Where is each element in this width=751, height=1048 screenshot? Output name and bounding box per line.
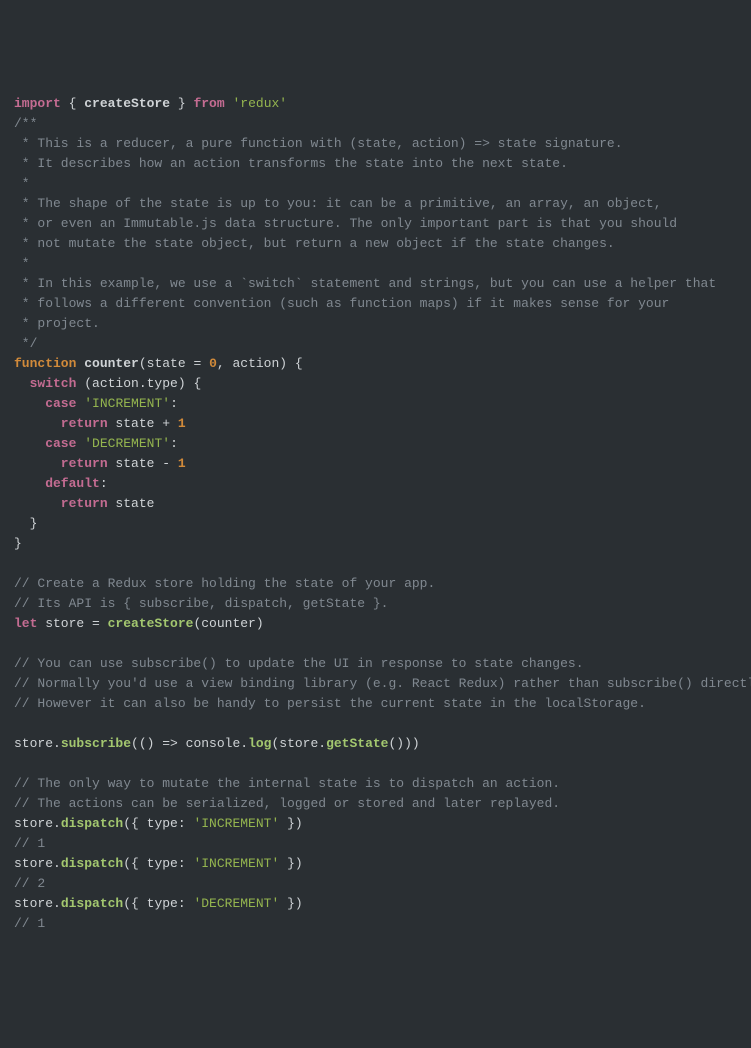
number: 1 — [178, 416, 186, 431]
expr: state — [108, 496, 155, 511]
string: 'redux' — [232, 96, 287, 111]
function-call: log — [248, 736, 271, 751]
keyword-from: from — [193, 96, 224, 111]
keyword-case: case — [14, 436, 76, 451]
expr: store = — [37, 616, 107, 631]
colon: : — [170, 436, 178, 451]
line: return state + 1 — [14, 416, 186, 431]
expr: ({ type: — [123, 856, 193, 871]
keyword-let: let — [14, 616, 37, 631]
comment: * This is a reducer, a pure function wit… — [14, 136, 623, 151]
line: import { createStore } from 'redux' — [14, 96, 287, 111]
comment: // The actions can be serialized, logged… — [14, 796, 560, 811]
line: store.dispatch({ type: 'DECREMENT' }) — [14, 896, 303, 911]
function-call: dispatch — [61, 856, 123, 871]
expr: ({ type: — [123, 816, 193, 831]
line: store.dispatch({ type: 'INCREMENT' }) — [14, 816, 303, 831]
keyword-return: return — [14, 416, 108, 431]
string: 'INCREMENT' — [84, 396, 170, 411]
keyword-return: return — [14, 456, 108, 471]
comment: // 2 — [14, 876, 45, 891]
comment: * — [14, 256, 30, 271]
keyword-case: case — [14, 396, 76, 411]
function-call: subscribe — [61, 736, 131, 751]
brace: { — [61, 96, 84, 111]
code-block: import { createStore } from 'redux' /** … — [14, 94, 737, 934]
keyword-switch: switch — [14, 376, 76, 391]
number: 0 — [209, 356, 217, 371]
comment: * The shape of the state is up to you: i… — [14, 196, 662, 211]
comment: // 1 — [14, 836, 45, 851]
expr: }) — [279, 856, 302, 871]
line: default: — [14, 476, 108, 491]
string: 'INCREMENT' — [193, 856, 279, 871]
function-name: counter — [76, 356, 138, 371]
line: case 'INCREMENT': — [14, 396, 178, 411]
params: (state = — [139, 356, 209, 371]
comment: // The only way to mutate the internal s… — [14, 776, 560, 791]
line: switch (action.type) { — [14, 376, 201, 391]
comment: // You can use subscribe() to update the… — [14, 656, 584, 671]
line: let store = createStore(counter) — [14, 616, 264, 631]
comment: // 1 — [14, 916, 45, 931]
string: 'DECREMENT' — [193, 896, 279, 911]
comment: // Create a Redux store holding the stat… — [14, 576, 435, 591]
function-call: dispatch — [61, 896, 123, 911]
brace: } — [170, 96, 193, 111]
expr: (counter) — [193, 616, 263, 631]
colon: : — [100, 476, 108, 491]
comment: * not mutate the state object, but retur… — [14, 236, 615, 251]
line: store.dispatch({ type: 'INCREMENT' }) — [14, 856, 303, 871]
expr: ())) — [389, 736, 420, 751]
comment: // However it can also be handy to persi… — [14, 696, 646, 711]
brace: } — [14, 516, 37, 531]
brace: } — [14, 536, 22, 551]
keyword-function: function — [14, 356, 76, 371]
line: store.subscribe(() => console.log(store.… — [14, 736, 420, 751]
comment: * or even an Immutable.js data structure… — [14, 216, 677, 231]
colon: : — [170, 396, 178, 411]
comment: * — [14, 176, 30, 191]
keyword-default: default — [14, 476, 100, 491]
expr: store. — [14, 896, 61, 911]
expr: store. — [14, 736, 61, 751]
expr: }) — [279, 816, 302, 831]
comment: * follows a different convention (such a… — [14, 296, 669, 311]
expr: store. — [14, 856, 61, 871]
identifier: createStore — [84, 96, 170, 111]
comment: // Its API is { subscribe, dispatch, get… — [14, 596, 388, 611]
keyword-return: return — [14, 496, 108, 511]
expr: store. — [14, 816, 61, 831]
params: , action) { — [217, 356, 303, 371]
line: case 'DECREMENT': — [14, 436, 178, 451]
line: return state — [14, 496, 154, 511]
keyword-import: import — [14, 96, 61, 111]
expr: state + — [108, 416, 178, 431]
string: 'DECREMENT' — [84, 436, 170, 451]
comment: /** — [14, 116, 37, 131]
comment: * project. — [14, 316, 100, 331]
string: 'INCREMENT' — [193, 816, 279, 831]
comment: * It describes how an action transforms … — [14, 156, 568, 171]
expr: state - — [108, 456, 178, 471]
line: function counter(state = 0, action) { — [14, 356, 303, 371]
comment: // Normally you'd use a view binding lib… — [14, 676, 751, 691]
function-call: dispatch — [61, 816, 123, 831]
number: 1 — [178, 456, 186, 471]
expr: ({ type: — [123, 896, 193, 911]
function-call: getState — [326, 736, 388, 751]
comment: * In this example, we use a `switch` sta… — [14, 276, 716, 291]
comment: */ — [14, 336, 37, 351]
expr: (() => console. — [131, 736, 248, 751]
expr: (action.type) { — [76, 376, 201, 391]
line: return state - 1 — [14, 456, 186, 471]
expr: (store. — [271, 736, 326, 751]
expr: }) — [279, 896, 302, 911]
function-call: createStore — [108, 616, 194, 631]
